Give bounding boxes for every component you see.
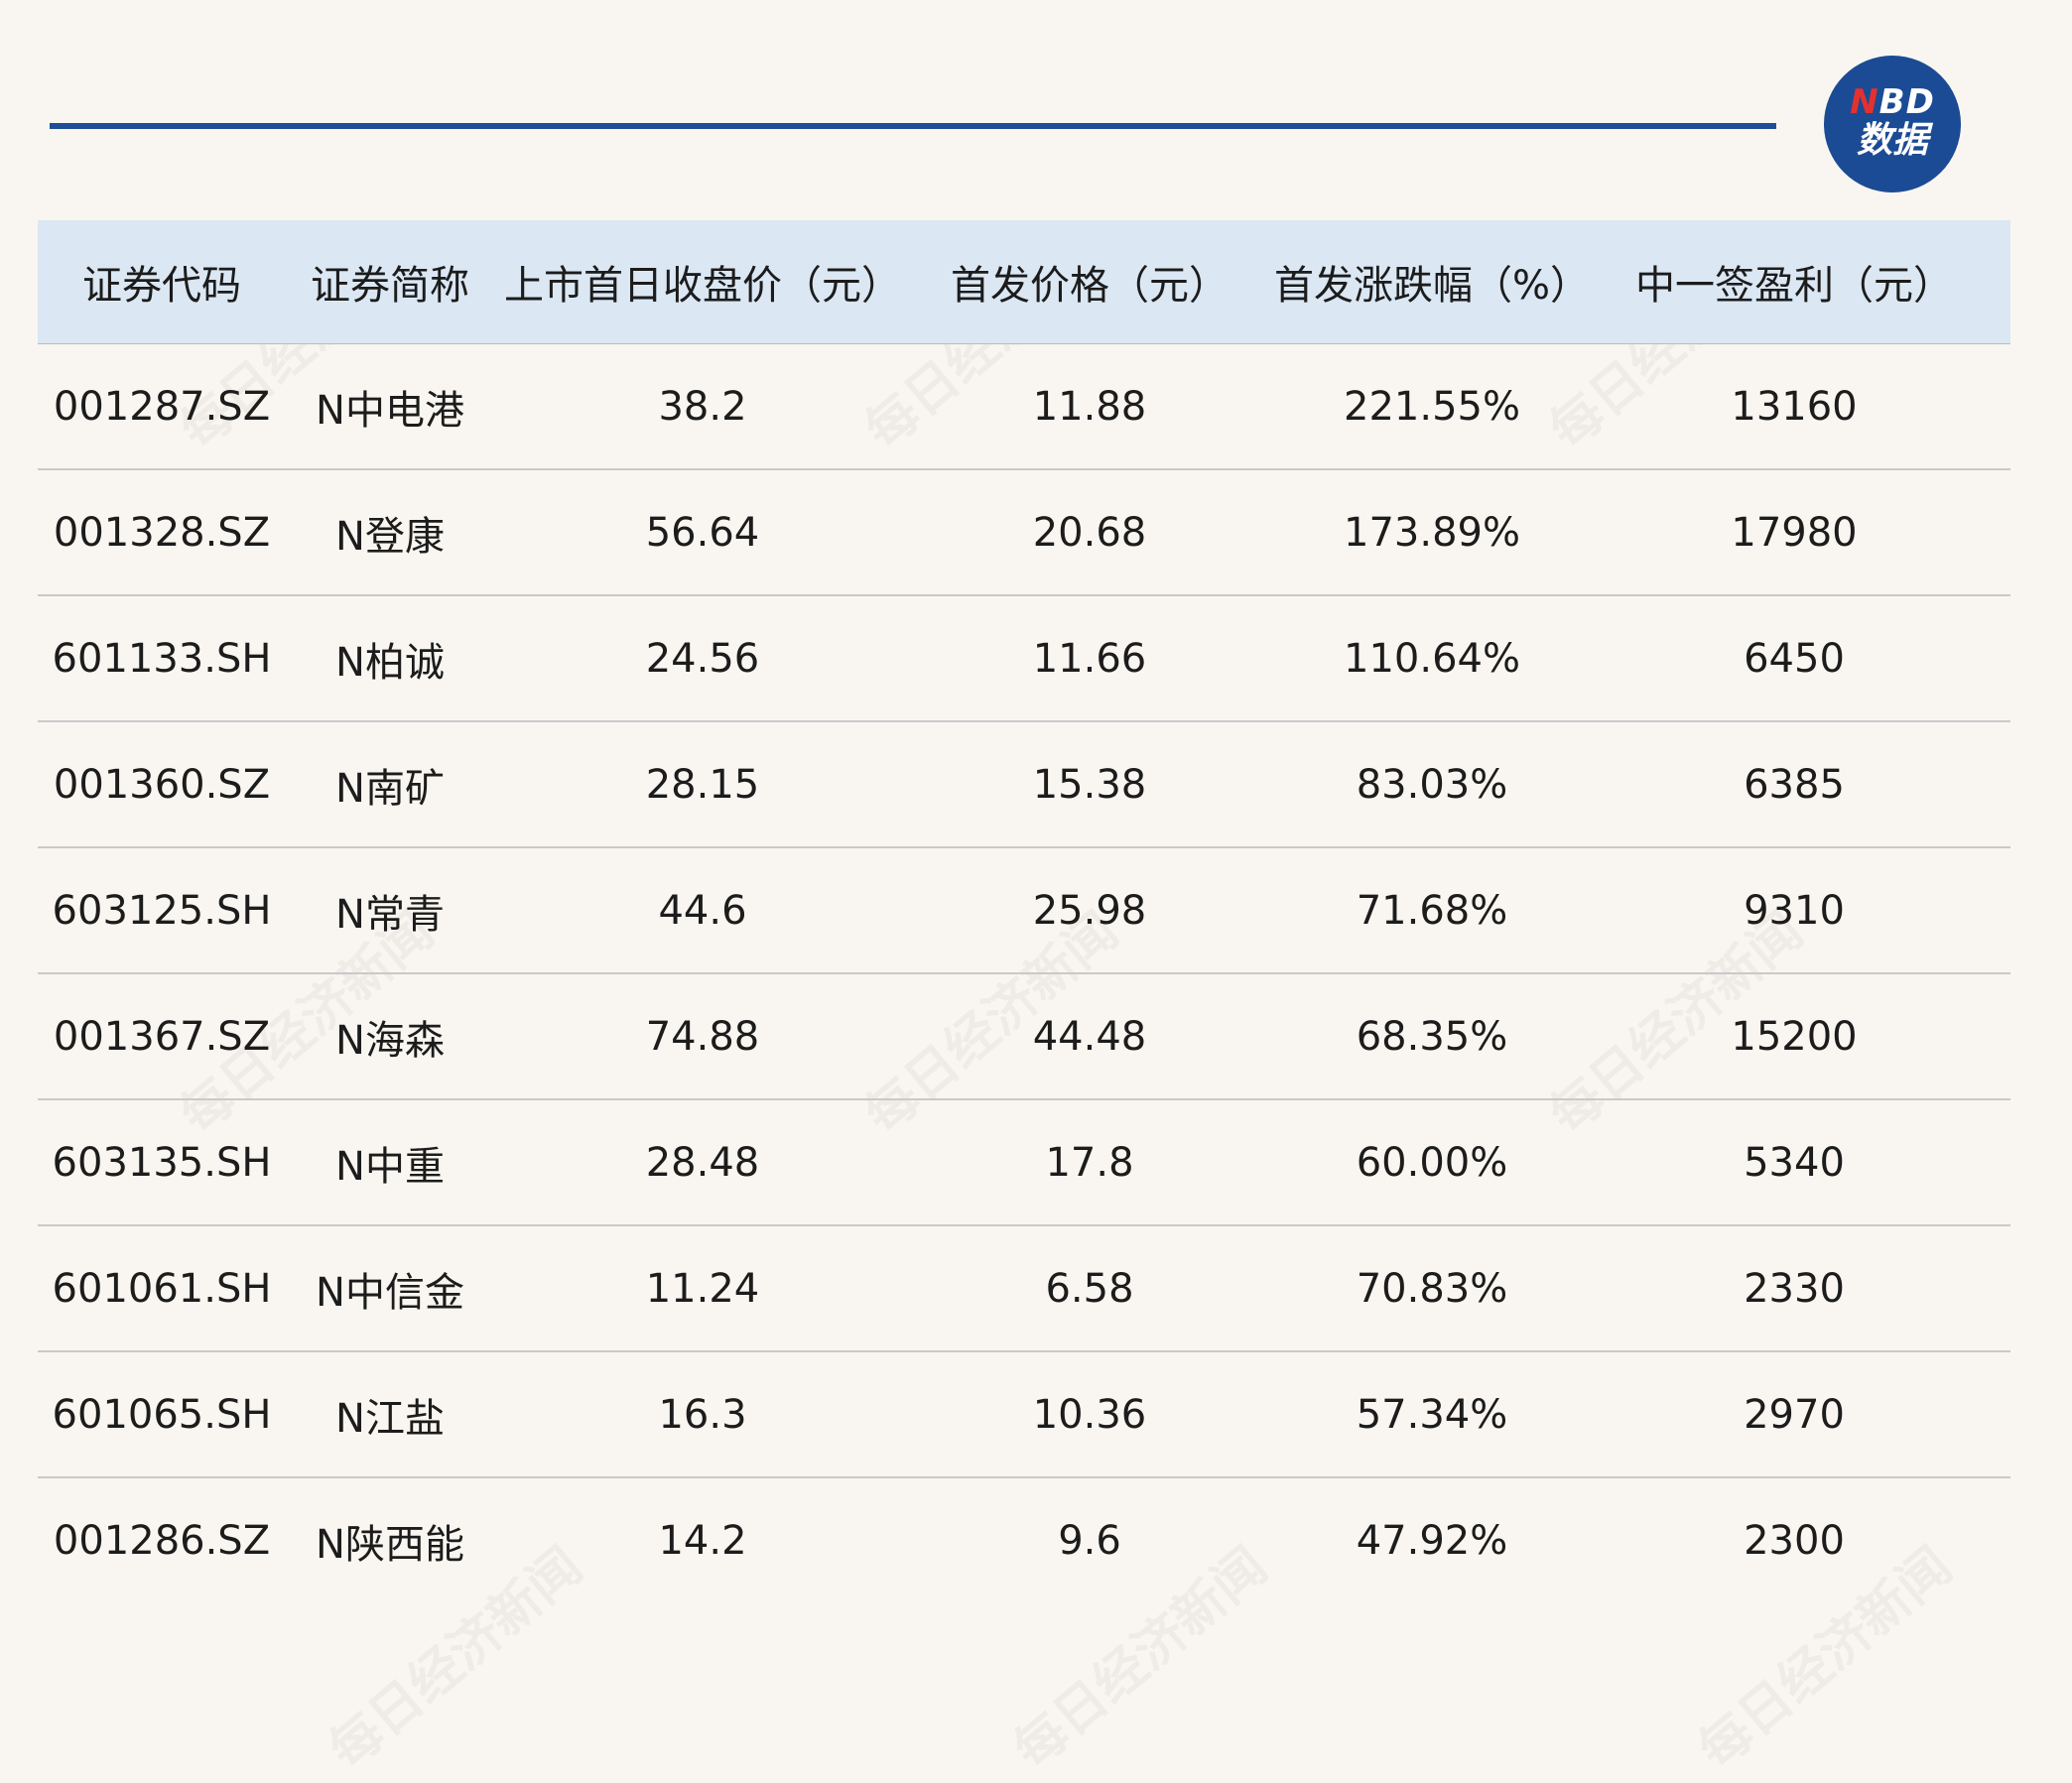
top-rule bbox=[50, 123, 1776, 129]
table-row: 001328.SZ N登康 56.64 20.68 173.89% 17980 bbox=[38, 470, 2010, 596]
table-row: 603135.SH N中重 28.48 17.8 60.00% 5340 bbox=[38, 1100, 2010, 1226]
cell-change: 70.83% bbox=[1356, 1265, 1508, 1312]
table-row: 001287.SZ N中电港 38.2 11.88 221.55% 13160 bbox=[38, 344, 2010, 470]
table-header: 证券代码 证券简称 上市首日收盘价（元） 首发价格（元） 首发涨跌幅（%） 中一… bbox=[38, 220, 2010, 344]
cell-code: 603125.SH bbox=[52, 887, 272, 934]
cell-close: 38.2 bbox=[658, 383, 747, 430]
cell-name: N中重 bbox=[335, 1143, 445, 1190]
cell-ipo-price: 44.48 bbox=[1032, 1013, 1147, 1060]
table-row: 603125.SH N常青 44.6 25.98 71.68% 9310 bbox=[38, 848, 2010, 974]
cell-profit: 6450 bbox=[1744, 635, 1845, 682]
cell-name: N陕西能 bbox=[316, 1521, 464, 1568]
cell-close: 74.88 bbox=[645, 1013, 760, 1060]
cell-close: 14.2 bbox=[658, 1517, 747, 1564]
cell-ipo-price: 9.6 bbox=[1058, 1517, 1121, 1564]
cell-name: N海森 bbox=[335, 1017, 445, 1064]
cell-name: N登康 bbox=[335, 513, 445, 560]
ipo-table: 证券代码 证券简称 上市首日收盘价（元） 首发价格（元） 首发涨跌幅（%） 中一… bbox=[38, 220, 2010, 1602]
table-row: 001286.SZ N陕西能 14.2 9.6 47.92% 2300 bbox=[38, 1478, 2010, 1602]
cell-name: N江盐 bbox=[335, 1395, 445, 1442]
header-ipo-price: 首发价格（元） bbox=[951, 263, 1229, 309]
header-security-name: 证券简称 bbox=[311, 263, 469, 309]
nbd-data-logo: NBD 数据 bbox=[1824, 56, 1961, 192]
table-row: 601133.SH N柏诚 24.56 11.66 110.64% 6450 bbox=[38, 596, 2010, 722]
cell-close: 56.64 bbox=[645, 509, 760, 556]
cell-profit: 2970 bbox=[1744, 1391, 1845, 1438]
cell-code: 601061.SH bbox=[52, 1265, 272, 1312]
cell-close: 28.15 bbox=[645, 761, 760, 808]
cell-close: 28.48 bbox=[645, 1139, 760, 1186]
table-row: 001367.SZ N海森 74.88 44.48 68.35% 15200 bbox=[38, 974, 2010, 1100]
cell-change: 60.00% bbox=[1356, 1139, 1508, 1186]
header-security-code: 证券代码 bbox=[82, 263, 241, 309]
cell-code: 601133.SH bbox=[52, 635, 272, 682]
cell-code: 001328.SZ bbox=[53, 509, 271, 556]
cell-profit: 13160 bbox=[1731, 383, 1858, 430]
cell-profit: 6385 bbox=[1744, 761, 1845, 808]
cell-change: 57.34% bbox=[1356, 1391, 1508, 1438]
cell-code: 001287.SZ bbox=[53, 383, 271, 430]
cell-ipo-price: 20.68 bbox=[1032, 509, 1147, 556]
cell-ipo-price: 15.38 bbox=[1032, 761, 1147, 808]
cell-profit: 9310 bbox=[1744, 887, 1845, 934]
cell-change: 221.55% bbox=[1344, 383, 1520, 430]
cell-name: N南矿 bbox=[335, 765, 445, 812]
cell-close: 24.56 bbox=[645, 635, 760, 682]
cell-change: 110.64% bbox=[1344, 635, 1520, 682]
cell-name: N常青 bbox=[335, 891, 445, 938]
cell-ipo-price: 25.98 bbox=[1032, 887, 1147, 934]
cell-code: 001360.SZ bbox=[53, 761, 271, 808]
header-first-day-close: 上市首日收盘价（元） bbox=[504, 263, 901, 309]
cell-code: 603135.SH bbox=[52, 1139, 272, 1186]
logo-subtitle: 数据 bbox=[1856, 120, 1928, 161]
cell-code: 001367.SZ bbox=[53, 1013, 271, 1060]
cell-ipo-price: 6.58 bbox=[1045, 1265, 1134, 1312]
cell-name: N中电港 bbox=[316, 387, 464, 434]
cell-close: 16.3 bbox=[658, 1391, 747, 1438]
table-row: 601061.SH N中信金 11.24 6.58 70.83% 2330 bbox=[38, 1226, 2010, 1352]
table-row: 601065.SH N江盐 16.3 10.36 57.34% 2970 bbox=[38, 1352, 2010, 1478]
cell-profit: 17980 bbox=[1731, 509, 1858, 556]
cell-ipo-price: 11.88 bbox=[1032, 383, 1147, 430]
cell-profit: 2300 bbox=[1744, 1517, 1845, 1564]
header-profit-per-lot: 中一签盈利（元） bbox=[1635, 263, 1953, 309]
cell-name: N中信金 bbox=[316, 1269, 464, 1316]
cell-ipo-price: 17.8 bbox=[1045, 1139, 1134, 1186]
header-change-pct: 首发涨跌幅（%） bbox=[1273, 263, 1590, 309]
cell-change: 68.35% bbox=[1356, 1013, 1508, 1060]
cell-ipo-price: 10.36 bbox=[1032, 1391, 1147, 1438]
table-row: 001360.SZ N南矿 28.15 15.38 83.03% 6385 bbox=[38, 722, 2010, 848]
cell-close: 11.24 bbox=[645, 1265, 760, 1312]
cell-change: 71.68% bbox=[1356, 887, 1508, 934]
cell-change: 47.92% bbox=[1356, 1517, 1508, 1564]
cell-change: 173.89% bbox=[1344, 509, 1520, 556]
logo-brand: NBD bbox=[1850, 82, 1935, 122]
cell-change: 83.03% bbox=[1356, 761, 1508, 808]
cell-name: N柏诚 bbox=[335, 639, 445, 686]
cell-close: 44.6 bbox=[658, 887, 747, 934]
cell-ipo-price: 11.66 bbox=[1032, 635, 1147, 682]
cell-code: 001286.SZ bbox=[53, 1517, 271, 1564]
cell-code: 601065.SH bbox=[52, 1391, 272, 1438]
cell-profit: 15200 bbox=[1731, 1013, 1858, 1060]
cell-profit: 5340 bbox=[1744, 1139, 1845, 1186]
cell-profit: 2330 bbox=[1744, 1265, 1845, 1312]
